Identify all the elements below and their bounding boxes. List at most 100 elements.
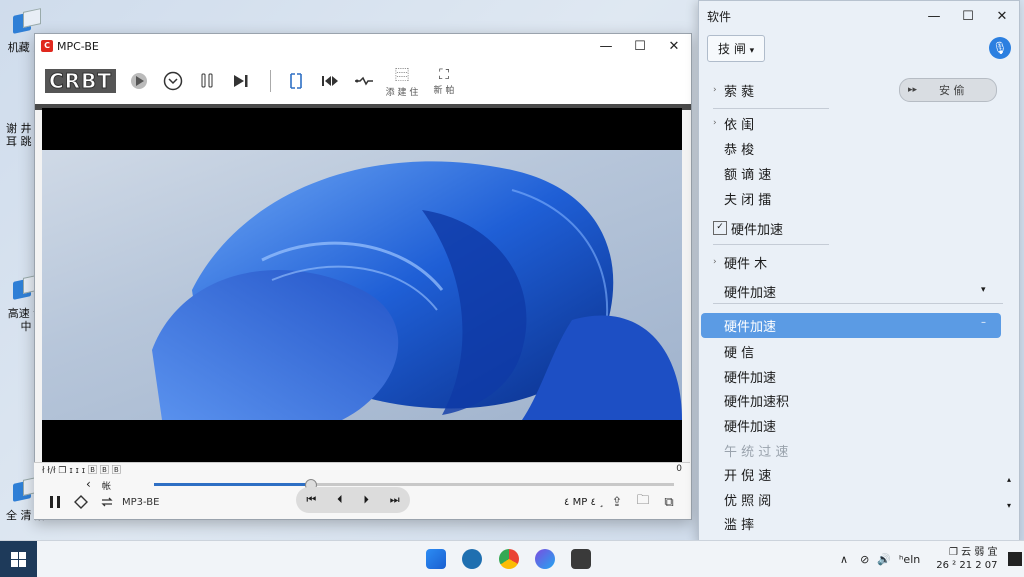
settings-title: 软件 [707, 9, 732, 24]
video-display[interactable] [42, 108, 682, 462]
settings-window: 软件 — ☐ ✕ 技 闸 ▾ 🎙 ▸▸ 安 偷 – ▾ › 萦 蕤 › 依 闺恭 梭额… [698, 0, 1020, 542]
settings-item[interactable]: 夫 闭 擂 [713, 186, 771, 210]
settings-item-label: 萦 蕤 [724, 84, 755, 100]
player-toolbar: CRBT ⿳ 添 建 住 ⛶ 新 帕 [35, 58, 691, 110]
store-icon[interactable] [462, 549, 482, 569]
open-folder-button[interactable]: 🗀 [630, 491, 656, 513]
settings-close-button[interactable]: ✕ [985, 9, 1019, 24]
network-icon[interactable]: ⊘ [860, 553, 869, 566]
screenshot-button[interactable]: ⧉ [656, 491, 682, 513]
settings-item-label: 硬件加速 [724, 419, 777, 435]
share-icon: ⇪ [611, 494, 623, 510]
settings-item-label: 恭 梭 [724, 142, 755, 158]
settings-item[interactable]: 恭 梭 [713, 136, 754, 160]
seek-progress [154, 483, 310, 486]
play-icon[interactable] [124, 66, 154, 96]
add-button[interactable]: ⿳ 添 建 住 [383, 65, 421, 98]
browser-icon[interactable] [499, 549, 519, 569]
shuffle-icon[interactable] [349, 66, 379, 96]
maximize-button[interactable]: ☐ [623, 39, 657, 54]
video-frame [42, 150, 682, 420]
settings-item-label: 硬件加速 [724, 319, 777, 335]
previous-button[interactable]: ⏮ [306, 493, 316, 507]
seek-bar[interactable] [154, 479, 674, 491]
start-menu-icon[interactable] [426, 549, 446, 569]
category-dropdown[interactable]: 技 闸 ▾ [707, 34, 766, 62]
expand-icon[interactable]: ▾ [981, 285, 986, 295]
settings-item[interactable]: 硬件加速积 [713, 388, 789, 412]
time-display: 0 [676, 464, 682, 474]
settings-item[interactable]: 硬件加速 [713, 313, 776, 337]
settings-item-label: 午 统 过 速 [724, 444, 789, 460]
status-text: ł ł/ł ❐ ɪ ɪ ɪ 🄱 🄱 🄱 [42, 465, 121, 476]
checkbox[interactable]: ✓ [713, 221, 727, 235]
settings-scrollbar[interactable]: ▴ ▾ [1007, 101, 1017, 521]
collapse-icon[interactable]: – [981, 317, 986, 328]
settings-item[interactable]: › 萦 蕤 [713, 78, 754, 102]
chevron-up-icon[interactable]: ∧ [840, 553, 848, 566]
clock[interactable]: ❐ 云 弱 宜 26 ² 21 2 07 [936, 546, 997, 572]
forward-button[interactable]: ⏵ [363, 493, 369, 507]
settings-item-label: 额 谪 速 [724, 167, 772, 183]
settings-item-label: 硬件加速 [724, 285, 777, 301]
settings-item[interactable]: 优 照 阅 [713, 487, 771, 511]
repeat-button[interactable] [94, 491, 120, 513]
settings-item-label: 硬 信 [724, 345, 755, 361]
settings-item-label: 开 倪 速 [724, 468, 772, 484]
settings-item[interactable]: 午 统 过 速 [713, 438, 788, 462]
section-divider [713, 303, 1003, 304]
next-track-button[interactable]: ⏭ [390, 493, 400, 507]
settings-item[interactable]: 额 谪 速 [713, 161, 771, 185]
scroll-down-icon[interactable]: ▾ [1007, 501, 1011, 510]
minimize-button[interactable]: — [589, 39, 623, 54]
brand-logo: CRBT [45, 69, 116, 94]
share-button[interactable]: ⇪ [604, 491, 630, 513]
settings-item[interactable]: 硬件加速 [713, 364, 776, 388]
edge-icon[interactable] [535, 549, 555, 569]
section-divider [713, 108, 829, 109]
apply-toggle[interactable]: ▸▸ 安 偷 [899, 78, 997, 102]
scroll-up-icon[interactable]: ▴ [1007, 475, 1011, 484]
settings-item[interactable]: 滥 摔 [713, 511, 754, 535]
stop-button[interactable] [68, 491, 94, 513]
new-button[interactable]: ⛶ 新 帕 [425, 67, 463, 96]
rewind-button[interactable]: ⏴ [337, 493, 343, 507]
close-button[interactable]: ✕ [657, 39, 691, 54]
skip-icon[interactable] [315, 66, 345, 96]
windows-icon [11, 551, 26, 567]
equalizer-icon[interactable] [192, 66, 222, 96]
settings-minimize-button[interactable]: — [917, 9, 951, 24]
settings-item[interactable]: 硬 信 [713, 339, 754, 363]
chevron-right-icon: › [713, 257, 717, 267]
section-divider [713, 244, 829, 245]
volume-icon[interactable]: 🔊 [877, 553, 891, 566]
folder-icon: 🗀 [636, 493, 650, 508]
cursor-icon[interactable] [281, 66, 311, 96]
next-icon[interactable] [226, 66, 256, 96]
file-explorer-icon[interactable] [571, 549, 591, 569]
settings-maximize-button[interactable]: ☐ [951, 9, 985, 24]
speed-icon[interactable] [158, 66, 188, 96]
settings-item-label: 依 闺 [724, 117, 755, 133]
transport-group: ⏮ ⏴ ⏵ ⏭ [296, 487, 410, 513]
microphone-icon[interactable]: 🎙 [989, 37, 1011, 59]
notification-icon[interactable] [1007, 552, 1022, 566]
settings-item[interactable]: 硬件加速 [713, 279, 776, 303]
start-button[interactable] [0, 541, 37, 577]
settings-item[interactable]: 硬件加速 [713, 413, 776, 437]
settings-item-label: 硬件加速积 [724, 394, 790, 410]
language-indicator[interactable]: ʰeln [899, 553, 920, 566]
settings-item[interactable]: ✓ 硬件加速 [713, 216, 783, 240]
settings-item[interactable]: › 依 闺 [713, 111, 754, 135]
bloom-wallpaper-image [152, 161, 682, 420]
player-titlebar[interactable]: C MPC-BE — ☐ ✕ [35, 34, 691, 58]
settings-item[interactable]: › 硬件 木 [713, 250, 767, 274]
chevron-down-icon: ▾ [749, 45, 755, 56]
settings-titlebar[interactable]: 软件 — ☐ ✕ [699, 1, 1019, 31]
screen-icon: ⧉ [664, 494, 674, 510]
settings-item[interactable]: 开 倪 速 [713, 462, 771, 486]
pause-button[interactable] [42, 491, 68, 513]
settings-item-label: 滥 摔 [724, 517, 755, 533]
settings-item-label: 优 照 阅 [724, 493, 772, 509]
audio-track-label[interactable]: ٤ MP ٤ ¸ [564, 497, 604, 508]
